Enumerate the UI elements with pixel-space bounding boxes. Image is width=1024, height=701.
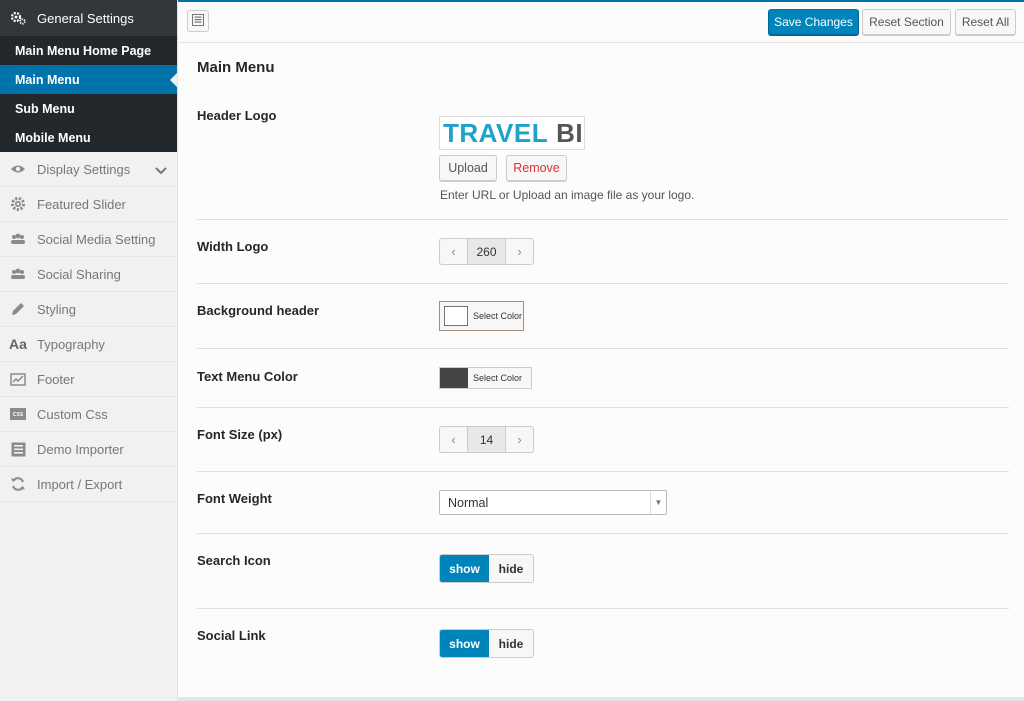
sidebar-item-label: Social Sharing bbox=[37, 266, 121, 282]
font-size-label: Font Size (px) bbox=[197, 427, 283, 442]
divider bbox=[197, 533, 1009, 534]
sidebar-item-typography[interactable]: Aa Typography bbox=[0, 327, 177, 362]
chevron-left-icon[interactable]: ‹ bbox=[440, 239, 467, 264]
font-weight-select[interactable]: Normal ▼ bbox=[439, 490, 667, 515]
remove-button[interactable]: Remove bbox=[506, 155, 567, 181]
gear-icon bbox=[9, 196, 27, 212]
chevron-down-icon[interactable] bbox=[155, 163, 167, 178]
users-icon bbox=[9, 233, 27, 245]
gears-icon bbox=[9, 11, 27, 25]
caret-down-icon: ▼ bbox=[650, 491, 666, 514]
header-logo-description: Enter URL or Upload an image file as you… bbox=[440, 188, 695, 202]
sidebar-item-label: Featured Slider bbox=[37, 196, 126, 212]
chevron-right-icon[interactable]: › bbox=[506, 239, 533, 264]
background-header-label: Background header bbox=[197, 303, 320, 318]
typography-icon: Aa bbox=[9, 336, 27, 352]
show-option[interactable]: show bbox=[440, 555, 489, 582]
sidebar-subitem-mobile-menu[interactable]: Mobile Menu bbox=[0, 123, 177, 152]
sidebar-item-label: Footer bbox=[37, 371, 75, 387]
search-icon-toggle[interactable]: show hide bbox=[439, 554, 534, 583]
save-changes-button[interactable]: Save Changes bbox=[768, 9, 859, 35]
text-menu-color-label: Text Menu Color bbox=[197, 369, 298, 384]
sidebar-item-label: Demo Importer bbox=[37, 441, 124, 457]
svg-text:CSS: CSS bbox=[13, 412, 24, 418]
expand-options-button[interactable] bbox=[187, 10, 209, 32]
sidebar-item-label: Custom Css bbox=[37, 406, 108, 422]
reset-section-button[interactable]: Reset Section bbox=[862, 9, 951, 35]
divider bbox=[197, 471, 1009, 472]
sidebar-subitem-sub-menu[interactable]: Sub Menu bbox=[0, 94, 177, 123]
pencil-icon bbox=[9, 301, 27, 317]
width-logo-stepper[interactable]: ‹ 260 › bbox=[439, 238, 534, 265]
divider bbox=[197, 219, 1009, 220]
sidebar-item-label: Typography bbox=[37, 336, 105, 352]
sidebar-item-footer[interactable]: Footer bbox=[0, 362, 177, 397]
sidebar-item-styling[interactable]: Styling bbox=[0, 292, 177, 327]
font-weight-value: Normal bbox=[448, 495, 489, 510]
sidebar-item-featured-slider[interactable]: Featured Slider bbox=[0, 187, 177, 222]
select-color-label: Select Color bbox=[473, 311, 523, 321]
options-toolbar: Save Changes Reset Section Reset All bbox=[178, 0, 1024, 43]
social-link-label: Social Link bbox=[197, 628, 266, 643]
social-link-toggle[interactable]: show hide bbox=[439, 629, 534, 658]
sidebar-group-general-settings[interactable]: General Settings bbox=[0, 0, 177, 36]
sidebar-group-label: General Settings bbox=[37, 10, 134, 26]
sidebar-item-social-sharing[interactable]: Social Sharing bbox=[0, 257, 177, 292]
color-swatch bbox=[440, 368, 468, 388]
width-logo-label: Width Logo bbox=[197, 239, 269, 254]
css-icon: CSS bbox=[9, 408, 27, 420]
chevron-right-icon[interactable]: › bbox=[506, 427, 533, 452]
users-icon bbox=[9, 268, 27, 280]
upload-button[interactable]: Upload bbox=[439, 155, 497, 181]
logo-text-secondary: BI bbox=[556, 117, 584, 148]
font-size-value[interactable]: 14 bbox=[467, 427, 506, 452]
sidebar-item-label: Display Settings bbox=[37, 161, 131, 177]
font-size-stepper[interactable]: ‹ 14 › bbox=[439, 426, 534, 453]
sidebar-subitem-main-menu[interactable]: Main Menu bbox=[0, 65, 177, 94]
background-header-color-picker[interactable]: Select Color bbox=[439, 301, 524, 331]
refresh-icon bbox=[9, 476, 27, 492]
sidebar-item-import-export[interactable]: Import / Export bbox=[0, 467, 177, 502]
color-swatch bbox=[444, 306, 468, 326]
sidebar-item-demo-importer[interactable]: Demo Importer bbox=[0, 432, 177, 467]
header-logo-preview: TRAVEL BI bbox=[439, 116, 585, 150]
hide-option[interactable]: hide bbox=[489, 555, 533, 582]
eye-icon bbox=[9, 164, 27, 174]
sidebar-item-label: Styling bbox=[37, 301, 77, 317]
options-panel: Main Menu Header Logo TRAVEL BI Upload R… bbox=[178, 43, 1024, 698]
page-title: Main Menu bbox=[197, 59, 275, 76]
sidebar-item-custom-css[interactable]: CSS Custom Css bbox=[0, 397, 177, 432]
import-icon bbox=[9, 442, 27, 457]
width-logo-value[interactable]: 260 bbox=[467, 239, 506, 264]
chart-icon bbox=[9, 372, 27, 386]
sidebar-item-social-media-setting[interactable]: Social Media Setting bbox=[0, 222, 177, 257]
chevron-left-icon[interactable]: ‹ bbox=[440, 427, 467, 452]
select-color-label: Select Color bbox=[473, 373, 523, 383]
sidebar-item-label: Social Media Setting bbox=[37, 231, 156, 247]
reset-all-button[interactable]: Reset All bbox=[955, 9, 1016, 35]
logo-text-primary: TRAVEL bbox=[443, 117, 549, 148]
panel-bottom-border bbox=[178, 697, 1024, 701]
divider bbox=[197, 283, 1009, 284]
sidebar-subitem-main-menu-home-page[interactable]: Main Menu Home Page bbox=[0, 36, 177, 65]
sidebar-item-label: Import / Export bbox=[37, 476, 123, 492]
divider bbox=[197, 407, 1009, 408]
divider bbox=[197, 348, 1009, 349]
font-weight-label: Font Weight bbox=[197, 491, 272, 506]
sidebar-item-display-settings[interactable]: Display Settings bbox=[0, 152, 177, 187]
hide-option[interactable]: hide bbox=[489, 630, 533, 657]
document-icon bbox=[192, 13, 204, 29]
sidebar: General Settings Main Menu Home Page Mai… bbox=[0, 0, 178, 701]
text-menu-color-picker[interactable]: Select Color bbox=[439, 367, 532, 389]
search-icon-label: Search Icon bbox=[197, 553, 271, 568]
header-logo-label: Header Logo bbox=[197, 108, 277, 123]
show-option[interactable]: show bbox=[440, 630, 489, 657]
divider bbox=[197, 608, 1009, 609]
